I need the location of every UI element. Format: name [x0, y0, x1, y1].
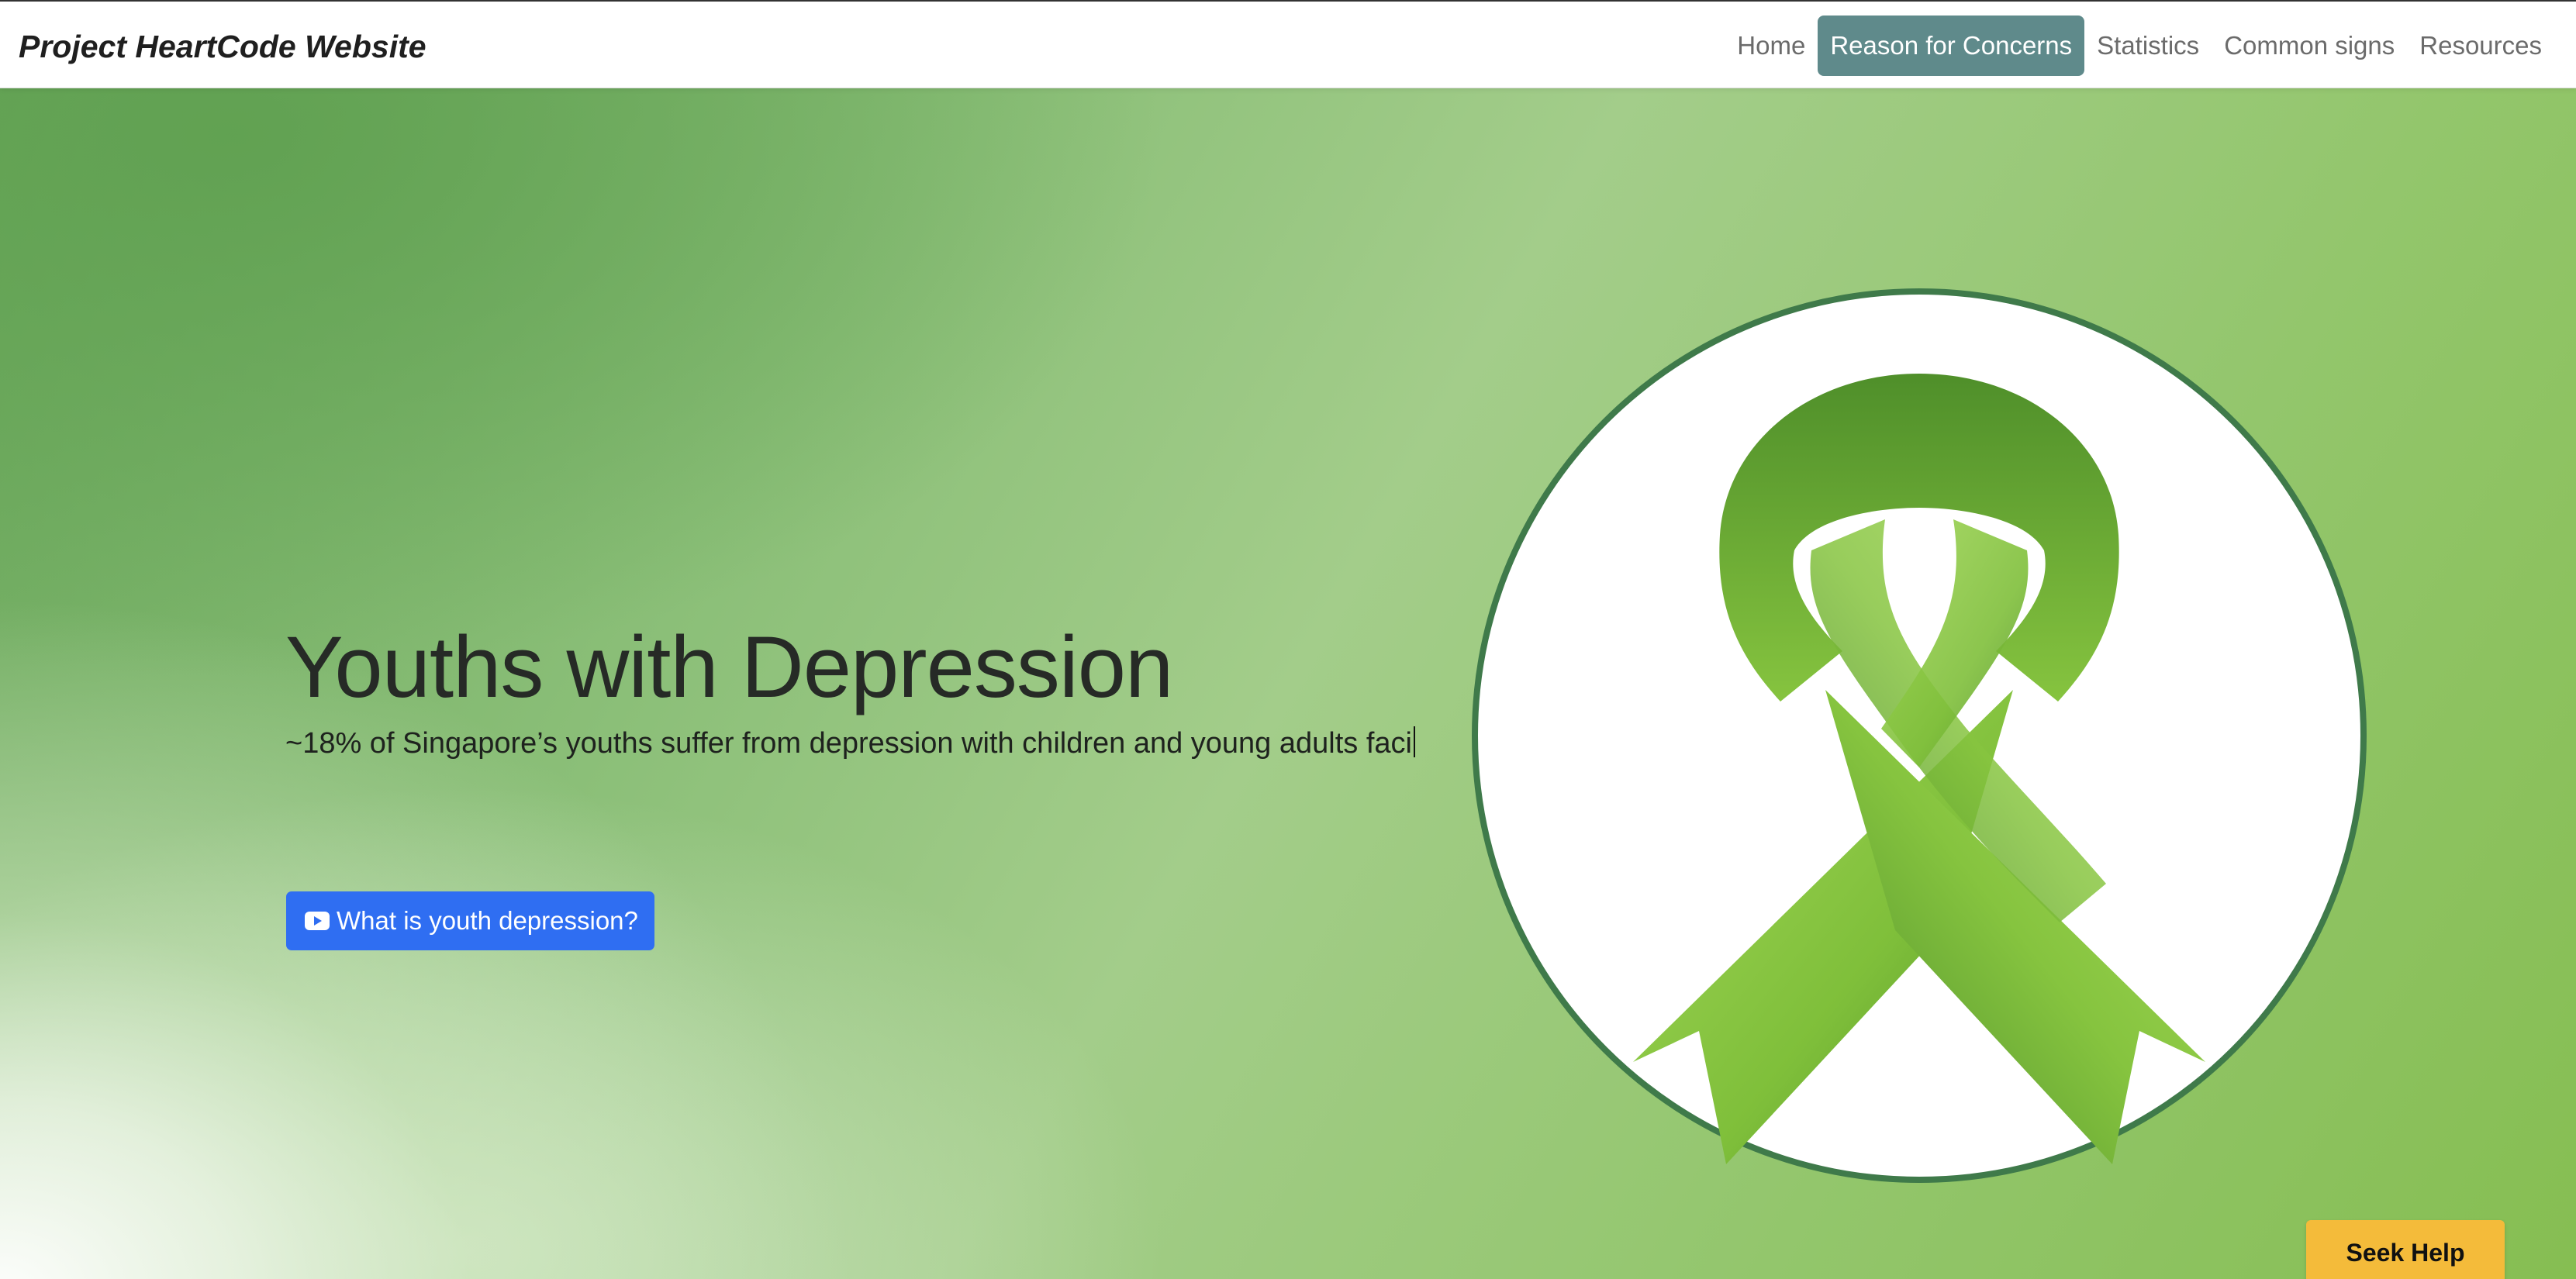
green-ribbon-icon	[1472, 288, 2367, 1183]
what-is-youth-depression-button[interactable]: What is youth depression?	[286, 891, 654, 950]
youtube-icon	[305, 912, 330, 930]
nav-links: Home Reason for Concerns Statistics Comm…	[1725, 16, 2554, 76]
cta-label: What is youth depression?	[337, 906, 638, 935]
site-brand[interactable]: Project HeartCode Website	[19, 25, 426, 68]
hero-subtitle-line: ~18% of Singapore’s youths suffer from d…	[285, 722, 1415, 764]
nav-statistics[interactable]: Statistics	[2084, 16, 2212, 76]
hero-section: Youths with Depression ~18% of Singapore…	[0, 88, 2576, 1279]
hero-subtitle: ~18% of Singapore’s youths suffer from d…	[285, 727, 1412, 760]
typing-caret	[1413, 726, 1415, 757]
hero-title: Youths with Depression	[285, 619, 1173, 715]
nav-home[interactable]: Home	[1725, 16, 1818, 76]
nav-reason-for-concerns[interactable]: Reason for Concerns	[1818, 16, 2085, 76]
nav-common-signs[interactable]: Common signs	[2212, 16, 2407, 76]
top-navbar: Project HeartCode Website Home Reason fo…	[0, 0, 2576, 88]
seek-help-button[interactable]: Seek Help	[2306, 1220, 2505, 1279]
nav-resources[interactable]: Resources	[2407, 16, 2554, 76]
